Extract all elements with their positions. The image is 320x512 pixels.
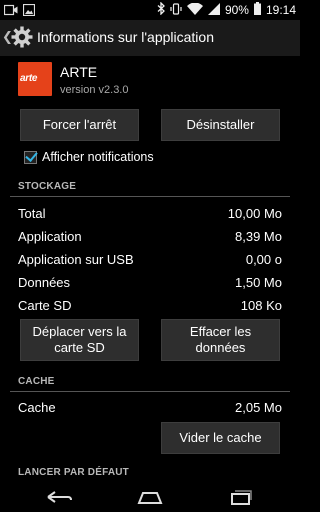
clear-data-line1: Effacer les — [189, 323, 252, 339]
clock: 19:14 — [265, 3, 296, 17]
cache-divider — [10, 391, 290, 392]
video-call-icon — [3, 3, 18, 21]
vibrate-icon — [170, 2, 182, 18]
navigation-bar — [0, 484, 300, 512]
storage-sd-value: 108 Ko — [240, 298, 282, 313]
action-bar: ❮ Informations sur l'application — [0, 20, 300, 56]
move-to-sd-line2: carte SD — [54, 340, 105, 355]
uninstall-button[interactable]: Désinstaller — [161, 109, 280, 141]
cache-header: CACHE — [18, 376, 55, 387]
gear-icon[interactable] — [10, 25, 34, 49]
page-title: Informations sur l'application — [37, 29, 214, 45]
app-logo-text: arte — [20, 73, 38, 84]
storage-row-sd: Carte SD 108 Ko — [18, 298, 282, 318]
storage-application-label: Application — [18, 229, 82, 244]
storage-data-value: 1,50 Mo — [235, 275, 282, 290]
notifications-toggle[interactable]: Afficher notifications — [24, 150, 154, 164]
move-to-sd-line1: Déplacer vers la — [32, 323, 127, 339]
wifi-icon — [186, 2, 203, 18]
storage-divider — [10, 196, 290, 197]
app-info-content: arte ARTE version v2.3.0 Forcer l'arrêt … — [0, 56, 300, 484]
clear-data-button[interactable]: Effacer les données — [161, 319, 280, 361]
storage-data-label: Données — [18, 275, 71, 290]
launch-default-header: LANCER PAR DÉFAUT — [18, 467, 129, 478]
app-version: version v2.3.0 — [60, 84, 129, 96]
storage-row-usb: Application sur USB 0,00 o — [18, 252, 282, 272]
notifications-checkbox[interactable] — [24, 150, 37, 164]
battery-icon — [253, 2, 261, 18]
bluetooth-icon — [157, 1, 165, 18]
back-icon[interactable] — [45, 488, 73, 511]
storage-header: STOCKAGE — [18, 181, 77, 192]
clear-data-line2: données — [195, 340, 246, 355]
cache-label: Cache — [18, 400, 56, 415]
force-stop-button[interactable]: Forcer l'arrêt — [20, 109, 139, 141]
storage-row-data: Données 1,50 Mo — [18, 275, 282, 295]
move-to-sd-button[interactable]: Déplacer vers la carte SD — [20, 319, 139, 361]
app-logo: arte — [18, 62, 52, 96]
storage-total-label: Total — [18, 206, 46, 221]
recent-apps-icon[interactable] — [228, 488, 252, 511]
clear-cache-button[interactable]: Vider le cache — [161, 422, 280, 454]
storage-row-total: Total 10,00 Mo — [18, 206, 282, 226]
cache-row: Cache 2,05 Mo — [18, 400, 282, 420]
status-bar: 90% 19:14 — [0, 0, 300, 20]
storage-sd-label: Carte SD — [18, 298, 72, 313]
notifications-label: Afficher notifications — [42, 150, 154, 164]
app-name: ARTE — [60, 64, 98, 80]
cache-value: 2,05 Mo — [235, 400, 282, 415]
image-icon — [22, 3, 36, 21]
signal-icon — [207, 2, 220, 18]
storage-total-value: 10,00 Mo — [227, 206, 282, 221]
storage-application-value: 8,39 Mo — [235, 229, 282, 244]
storage-usb-label: Application sur USB — [18, 252, 134, 267]
storage-usb-value: 0,00 o — [245, 252, 282, 267]
home-icon[interactable] — [137, 488, 163, 511]
storage-row-application: Application 8,39 Mo — [18, 229, 282, 249]
battery-level: 90% — [224, 3, 249, 17]
